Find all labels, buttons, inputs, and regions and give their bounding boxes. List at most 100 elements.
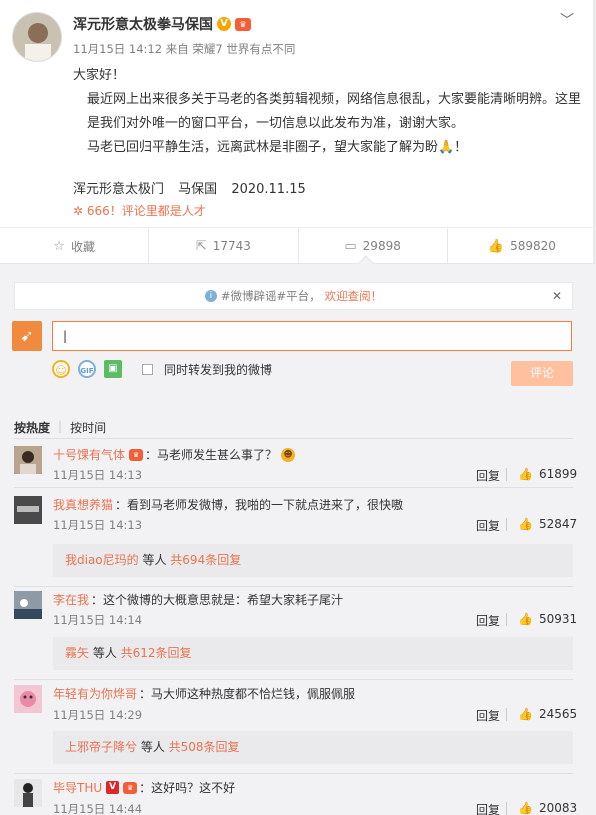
member-crown-icon: ♛ <box>123 781 138 794</box>
comment-like-count: 24565 <box>538 707 578 721</box>
thread-mid: 等人 <box>137 740 169 754</box>
divider <box>14 679 573 680</box>
post-greeting: 大家好！ <box>73 68 126 83</box>
thumbs-up-icon: 👍 <box>518 612 533 626</box>
commenter-avatar[interactable] <box>14 591 42 619</box>
commenter-name[interactable]: 十号馃有气体 <box>53 446 125 463</box>
reply-thread-link[interactable]: 霧矢 等人 共612条回复 <box>53 637 573 670</box>
separator <box>506 708 507 721</box>
action-bar: ☆ 收藏 ⇱ 17743 ▭ 29898 👍 589820 <box>0 229 596 264</box>
separator <box>506 468 507 481</box>
emoji-icon[interactable]: ☺ <box>52 360 70 378</box>
post-paragraph-2: 马老已回归平静生活，远离武林是非圈子，望大家能了解为盼🙏！ <box>87 140 468 155</box>
comment-time: 11月15日 14:13 <box>53 518 143 532</box>
close-icon[interactable]: ✕ <box>552 289 562 303</box>
commenter-avatar[interactable] <box>14 446 42 474</box>
commenter-avatar[interactable] <box>14 685 42 713</box>
divider <box>14 487 573 488</box>
like-count: 589820 <box>510 239 556 253</box>
thread-count[interactable]: 共508条回复 <box>169 740 240 754</box>
commenter-name[interactable]: 我真想养猫 <box>53 496 113 513</box>
commenter-avatar[interactable] <box>14 496 42 524</box>
hot-comment-text[interactable]: 666！评论里都是人才 <box>87 204 206 218</box>
gif-icon[interactable]: GIF <box>78 360 96 378</box>
comment-input[interactable]: | <box>52 321 572 351</box>
reply-button[interactable]: 回复 <box>476 707 500 724</box>
hot-comment-link[interactable]: ✲ 666！评论里都是人才 <box>73 202 206 219</box>
tab-by-time[interactable]: 按时间 <box>70 419 106 436</box>
like-button[interactable]: 👍 589820 <box>448 229 596 263</box>
repost-checkbox[interactable] <box>142 363 153 375</box>
thumbs-up-icon: 👍 <box>518 517 533 531</box>
submit-comment-button[interactable]: 评论 <box>511 361 573 386</box>
comment-time: 11月15日 14:44 <box>53 802 143 815</box>
comment-like-button[interactable]: 👍 50931 <box>518 612 577 626</box>
commenter-name[interactable]: 年轻有为你烨哥 <box>53 685 137 702</box>
divider <box>14 438 573 439</box>
reply-thread-link[interactable]: 我diao尼玛的 等人 共694条回复 <box>53 544 573 577</box>
post-signature: 浑元形意太极门 马保国 2020.11.15 <box>73 178 316 197</box>
comment-text: ：马老师发生甚么事了？ <box>145 448 278 462</box>
chevron-down-icon[interactable]: ﹀ <box>560 10 574 30</box>
signature-date: 2020.11.15 <box>231 182 306 197</box>
commenter-name[interactable]: 李在我 <box>53 591 89 608</box>
thread-count[interactable]: 共612条回复 <box>121 646 192 660</box>
repost-checkbox-label[interactable]: 同时转发到我的微博 <box>164 361 272 378</box>
notice-link[interactable]: 欢迎查阅！ <box>325 288 383 304</box>
comment-time: 11月15日 14:29 <box>53 708 143 722</box>
comment-text: ：看到马老师发微博，我啪的一下就点进来了，很快嗷 <box>115 498 404 512</box>
thread-count[interactable]: 共694条回复 <box>170 553 241 567</box>
image-icon[interactable]: ▣ <box>104 360 122 378</box>
thread-user[interactable]: 我diao尼玛的 <box>65 553 139 567</box>
commenter-avatar[interactable] <box>14 779 42 807</box>
thumbs-up-icon: 👍 <box>487 238 505 254</box>
post-content: 大家好！ 最近网上出来很多关于马老的各类剪辑视频，网络信息很乱，大家要能清晰明辨… <box>73 64 583 160</box>
comment-line: 我真想养猫 ：看到马老师发微博，我啪的一下就点进来了，很快嗷 <box>53 496 403 513</box>
divider <box>14 773 573 774</box>
commenter-name[interactable]: 毕导THU <box>53 779 102 796</box>
rumor-notice: i #微博辟谣#平台， 欢迎查阅！ ✕ <box>14 282 573 310</box>
comment-button[interactable]: ▭ 29898 <box>299 229 448 263</box>
thumbs-up-icon: 👍 <box>518 801 533 815</box>
comment-like-button[interactable]: 👍 24565 <box>518 707 577 721</box>
reply-button[interactable]: 回复 <box>476 612 500 629</box>
comment-line: 李在我 ：这个微博的大概意思就是：希望大家耗子尾汁 <box>53 591 343 608</box>
comment-text: ：马大师这种热度都不恰烂钱，佩服佩服 <box>139 687 356 701</box>
comment-text: ：这个微博的大概意思就是：希望大家耗子尾汁 <box>91 593 344 607</box>
comment-line: 毕导THU V ♛ ：这好吗？这不好 <box>53 779 235 796</box>
divider <box>14 586 573 587</box>
reply-button[interactable]: 回复 <box>476 801 500 815</box>
repost-button[interactable]: ⇱ 17743 <box>149 229 299 263</box>
comment-count: 29898 <box>362 239 401 253</box>
separator <box>506 518 507 531</box>
sort-tabs: 按热度 | 按时间 <box>14 419 106 436</box>
reply-button[interactable]: 回复 <box>476 517 500 534</box>
author-name-text[interactable]: 浑元形意太极拳马保国 <box>73 14 213 34</box>
tab-by-hot[interactable]: 按热度 <box>14 419 50 436</box>
notice-text: #微博辟谣#平台， <box>220 289 321 303</box>
star-icon: ☆ <box>53 238 65 254</box>
comment-like-button[interactable]: 👍 52847 <box>518 517 577 531</box>
tab-separator: | <box>58 419 63 433</box>
repost-count: 17743 <box>212 239 251 253</box>
signature-name: 马保国 <box>178 182 218 197</box>
member-crown-icon: ♛ <box>129 448 144 461</box>
emoji-icon: ☻ <box>281 447 296 462</box>
author-avatar[interactable] <box>12 12 62 62</box>
flower-icon: ✲ <box>73 204 84 218</box>
author-name[interactable]: 浑元形意太极拳马保国 V ♛ <box>73 14 251 34</box>
comment-like-count: 61899 <box>538 467 578 481</box>
favorite-button[interactable]: ☆ 收藏 <box>0 229 150 263</box>
comment-text: ：这好吗？这不好 <box>139 781 236 795</box>
thread-user[interactable]: 霧矢 <box>65 646 89 660</box>
comment-like-button[interactable]: 👍 20083 <box>518 801 577 815</box>
reply-button[interactable]: 回复 <box>476 467 500 484</box>
reply-thread-link[interactable]: 上邪帝子降兮 等人 共508条回复 <box>53 731 573 764</box>
thread-user[interactable]: 上邪帝子降兮 <box>65 740 137 754</box>
thread-mid: 等人 <box>89 646 121 660</box>
comment-like-button[interactable]: 👍 61899 <box>518 467 577 481</box>
repost-icon: ⇱ <box>195 238 207 254</box>
comment-like-count: 20083 <box>538 801 578 815</box>
signature-org: 浑元形意太极门 <box>73 182 165 197</box>
weibo-post: 浑元形意太极拳马保国 V ♛ ﹀ 11月15日 14:12 来自 荣耀7 世界有… <box>0 0 596 228</box>
